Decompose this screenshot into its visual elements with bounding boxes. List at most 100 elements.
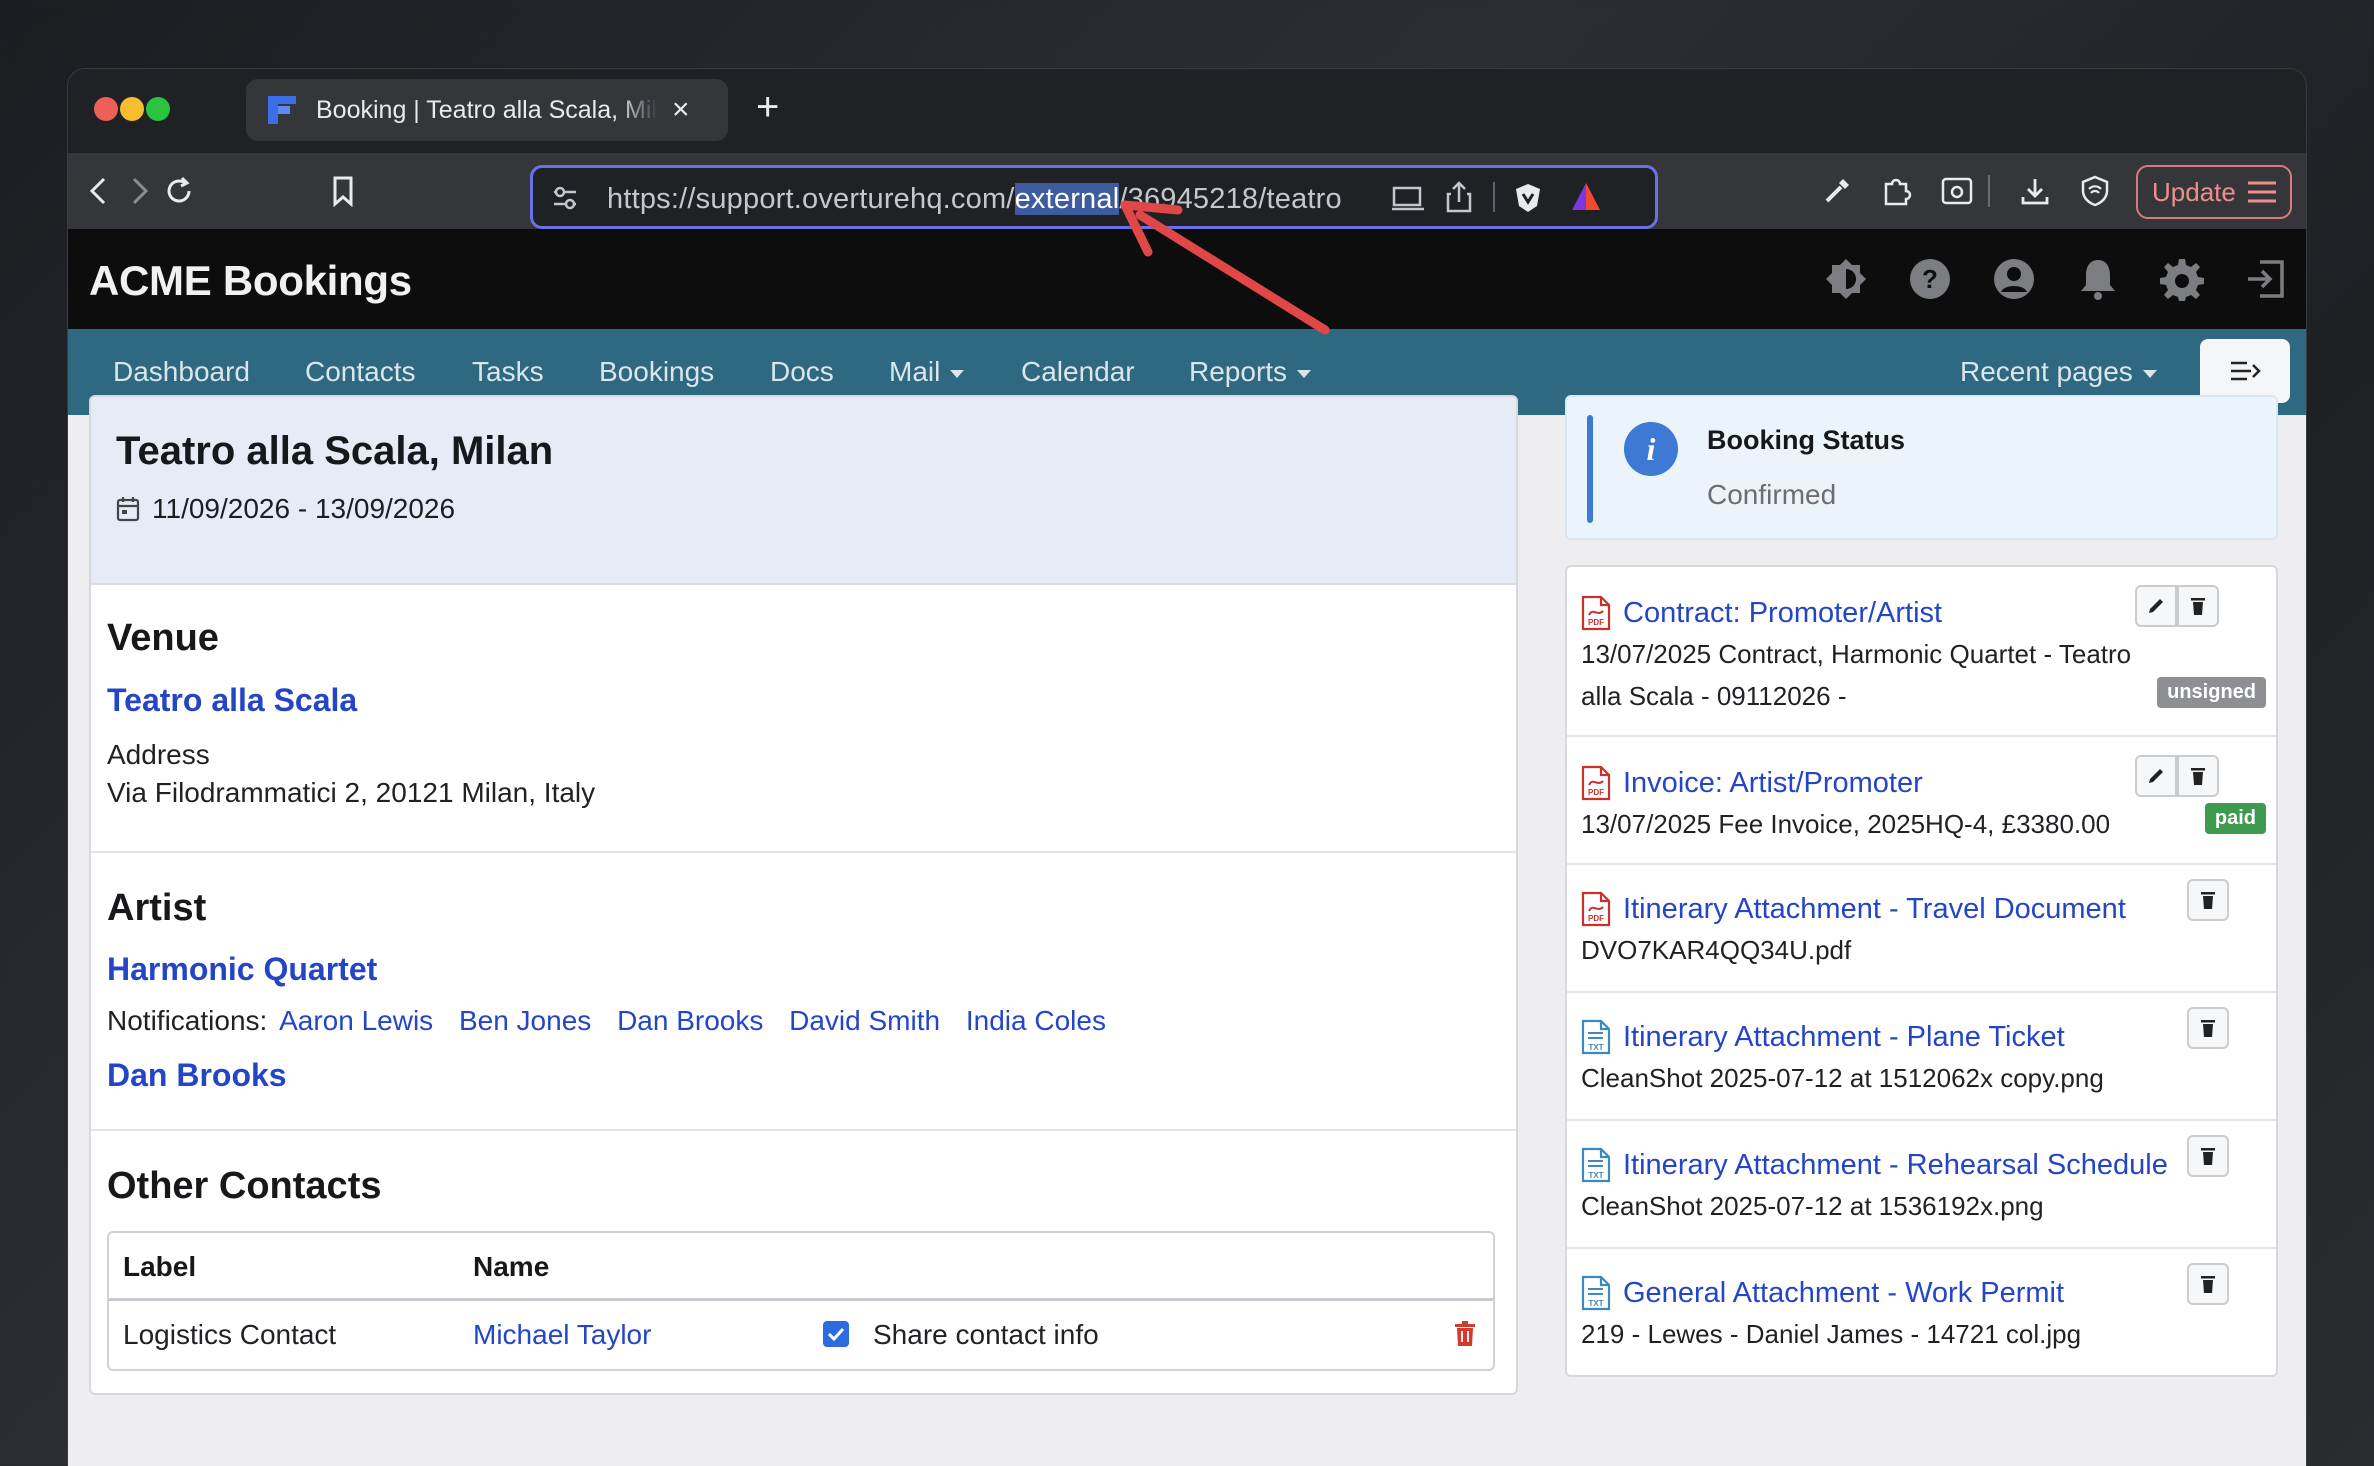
theme-toggle-icon[interactable] [1824,257,1868,301]
delete-button[interactable] [2177,755,2219,797]
vpn-shield-icon[interactable] [2076,172,2114,210]
share-icon[interactable] [1445,180,1473,214]
url-prefix: https://support.overturehq.com/ [607,183,1015,215]
attachment-title-link[interactable]: Itinerary Attachment - Travel Document [1623,893,2126,926]
cast-icon[interactable] [1391,184,1425,212]
reader-mode-icon[interactable] [1938,172,1976,210]
user-profile-icon[interactable] [1992,257,2036,301]
help-icon[interactable]: ? [1908,257,1952,301]
attachment-title-link[interactable]: Itinerary Attachment - Rehearsal Schedul… [1623,1149,2168,1182]
artist-notifications: Notifications: Aaron Lewis Ben Jones Dan… [107,1005,1106,1037]
checkmark-icon [827,1327,845,1341]
attachment-description: DVO7KAR4QQ34U.pdf [1581,935,1852,965]
logout-icon[interactable] [2244,257,2288,301]
toolbar-divider [1988,175,1990,207]
other-contacts-section: Other Contacts Label Name Logistics Cont… [91,1131,1516,1393]
notification-contact[interactable]: Ben Jones [459,1005,591,1036]
sidebar-toggle-button[interactable] [2200,339,2290,403]
txt-icon: TXT [1581,1147,1611,1183]
status-value: Confirmed [1707,479,1837,510]
app-brand[interactable]: ACME Bookings [89,257,412,305]
delete-button[interactable] [2187,1135,2229,1177]
nav-dashboard[interactable]: Dashboard [113,356,250,388]
settings-gear-icon[interactable] [2160,257,2204,301]
brave-rewards-icon[interactable] [1569,180,1603,214]
list-item: TXT General Attachment - Work Permit 219… [1567,1249,2276,1375]
delete-button[interactable] [2187,1263,2229,1305]
edit-button[interactable] [2135,755,2177,797]
status-heading: Booking Status [1707,425,1906,455]
svg-text:PDF: PDF [1588,914,1604,923]
delete-button[interactable] [2187,879,2229,921]
status-badge: paid [2204,803,2266,834]
list-item: PDF Itinerary Attachment - Travel Docume… [1567,865,2276,993]
attachment-title-link[interactable]: Invoice: Artist/Promoter [1623,767,1923,800]
nav-recent-pages[interactable]: Recent pages [1960,356,2157,388]
nav-mail[interactable]: Mail [889,356,965,388]
venue-link[interactable]: Teatro alla Scala [107,682,357,719]
attachment-description: 13/07/2025 Contract, Harmonic Quartet - … [1581,639,2132,669]
update-button[interactable]: Update [2136,165,2292,219]
pdf-icon: PDF [1581,765,1611,801]
notifications-label: Notifications: [107,1005,268,1036]
notifications-bell-icon[interactable] [2076,257,2120,301]
nav-docs[interactable]: Docs [770,356,834,388]
artist-link[interactable]: Harmonic Quartet [107,951,377,988]
column-header-name: Name [473,1251,550,1282]
eyedropper-icon[interactable] [1818,172,1856,210]
attachment-title-link[interactable]: Contract: Promoter/Artist [1623,597,1942,630]
bookmark-icon[interactable] [324,172,362,210]
reload-icon[interactable] [160,172,198,210]
trash-icon [2201,1020,2215,1037]
nav-mail-label: Mail [889,356,941,387]
nav-reports[interactable]: Reports [1189,356,1312,388]
attachments-list: PDF Contract: Promoter/Artist 13/07/2025… [1565,565,2278,1377]
status-accent-bar [1587,415,1593,523]
contact-name-link[interactable]: Michael Taylor [473,1319,651,1351]
artist-heading: Artist [107,887,207,929]
new-tab-button[interactable]: + [756,87,779,127]
nav-contacts[interactable]: Contacts [305,356,416,388]
nav-bookings[interactable]: Bookings [599,356,714,388]
delete-button[interactable] [2177,585,2219,627]
url-text[interactable]: https://support.overturehq.com/external/… [607,183,1342,216]
back-icon[interactable] [80,172,118,210]
close-tab-icon[interactable]: × [672,93,690,127]
close-window-button[interactable] [94,97,118,121]
txt-icon: TXT [1581,1019,1611,1055]
tab-bar: Booking | Teatro alla Scala, Milan × + [68,69,2306,153]
notification-contact[interactable]: India Coles [966,1005,1106,1036]
brave-shields-icon[interactable] [1513,182,1543,214]
contact-label-cell: Logistics Contact [123,1319,337,1350]
attachment-title-link[interactable]: Itinerary Attachment - Plane Ticket [1623,1021,2065,1054]
info-icon: i [1624,422,1678,476]
site-settings-icon[interactable] [551,184,579,212]
nav-calendar[interactable]: Calendar [1021,356,1135,388]
share-contact-checkbox[interactable] [823,1321,849,1347]
download-icon[interactable] [2016,172,2054,210]
browser-window: Booking | Teatro alla Scala, Milan × + h… [67,68,2307,1466]
browser-tab[interactable]: Booking | Teatro alla Scala, Milan × [246,79,728,141]
menu-icon [2247,181,2276,203]
forward-icon[interactable] [120,172,158,210]
delete-button[interactable] [2187,1007,2229,1049]
nav-tasks[interactable]: Tasks [472,356,544,388]
list-item: PDF Invoice: Artist/Promoter 13/07/2025 … [1567,737,2276,865]
app-header: ACME Bookings ? [68,229,2306,329]
attachment-title-link[interactable]: General Attachment - Work Permit [1623,1277,2064,1310]
notification-contact[interactable]: Aaron Lewis [279,1005,433,1036]
edit-button[interactable] [2135,585,2177,627]
notification-contact[interactable]: David Smith [789,1005,940,1036]
notification-contact[interactable]: Dan Brooks [617,1005,763,1036]
trash-icon [2191,768,2205,785]
trash-icon [2201,1276,2215,1293]
artist-contact-link[interactable]: Dan Brooks [107,1057,287,1094]
extensions-icon[interactable] [1878,172,1916,210]
maximize-window-button[interactable] [146,97,170,121]
address-bar[interactable]: https://support.overturehq.com/external/… [530,165,1658,229]
minimize-window-button[interactable] [120,97,144,121]
address-link[interactable]: Address [107,739,210,771]
delete-contact-icon[interactable] [1454,1321,1476,1347]
list-item: TXT Itinerary Attachment - Rehearsal Sch… [1567,1121,2276,1249]
attachment-description: CleanShot 2025-07-12 at 1512062x copy.pn… [1581,1063,2104,1093]
